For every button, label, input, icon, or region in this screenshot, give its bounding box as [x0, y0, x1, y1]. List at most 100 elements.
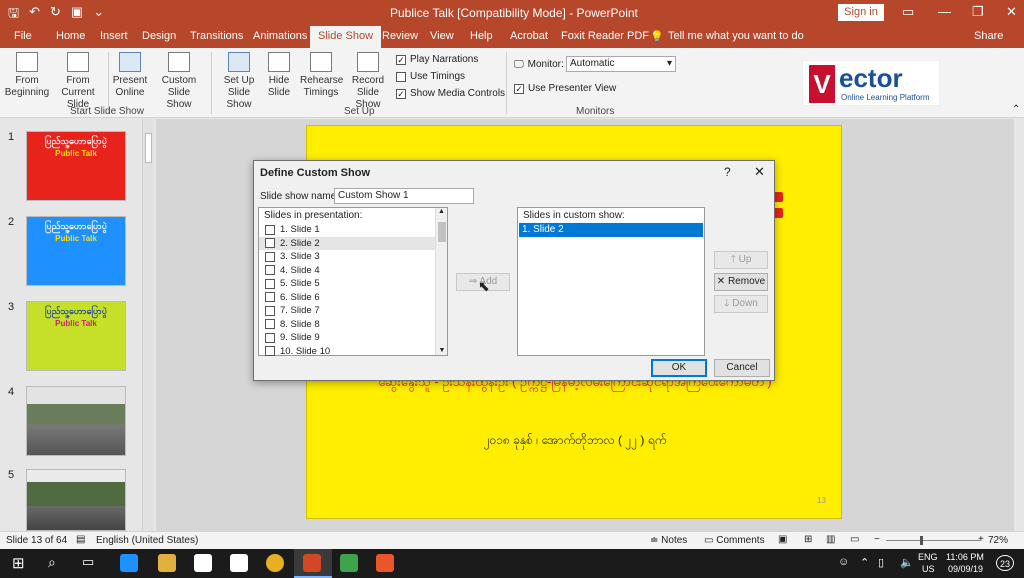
ribbon-display-icon[interactable]: ▭	[902, 4, 914, 20]
tab-insert[interactable]: Insert	[100, 30, 128, 42]
file-explorer-icon[interactable]	[158, 554, 176, 572]
tab-view[interactable]: View	[430, 30, 454, 42]
list-item[interactable]: 7. Slide 7	[259, 304, 447, 318]
people-icon[interactable]: ☺	[838, 556, 849, 568]
scroll-down-icon[interactable]: ▼	[436, 347, 448, 354]
windows-start-icon[interactable]: ⊞	[12, 554, 25, 572]
sign-in-button[interactable]: Sign in	[838, 4, 884, 21]
list-item[interactable]: 2. Slide 2	[259, 236, 447, 250]
use-timings-checkbox[interactable]: Use Timings	[396, 71, 465, 82]
tell-me-box[interactable]: Tell me what you want to do	[668, 30, 804, 42]
cancel-button[interactable]: Cancel	[714, 359, 770, 377]
search-icon[interactable]: ⌕	[48, 554, 56, 571]
tab-animations[interactable]: Animations	[253, 30, 307, 42]
list-item[interactable]: 10. Slide 10	[259, 345, 447, 359]
slide-sorter-icon[interactable]: ⊞	[804, 534, 812, 545]
remove-button[interactable]: ✕ Remove	[714, 273, 768, 291]
from-beginning-button[interactable]: From Beginning	[4, 52, 50, 99]
list-item[interactable]: 8. Slide 8	[259, 318, 447, 332]
slide-thumbnail-5[interactable]	[26, 469, 126, 531]
camtasia-icon[interactable]	[340, 554, 358, 572]
slide-thumbnail-4[interactable]	[26, 386, 126, 456]
setup-slide-show-button[interactable]: Set Up Slide Show	[214, 52, 264, 111]
list-item[interactable]: 6. Slide 6	[259, 291, 447, 305]
slide-scrollbar[interactable]	[1014, 119, 1024, 531]
comments-button[interactable]: ▭ Comments	[704, 535, 765, 546]
zoom-slider[interactable]	[886, 540, 980, 541]
input-language[interactable]: ENG	[918, 552, 938, 562]
slide-show-name-input[interactable]: Custom Show 1	[334, 188, 474, 204]
zoom-level[interactable]: 72%	[988, 535, 1008, 546]
tab-slide-show[interactable]: Slide Show	[310, 26, 382, 48]
list-item[interactable]: 9. Slide 9	[259, 331, 447, 345]
down-button[interactable]: 🡓 Down	[714, 295, 768, 313]
clock-time[interactable]: 11:06 PM	[946, 552, 984, 562]
rehearse-timings-button[interactable]: Rehearse Timings	[300, 52, 343, 99]
list-item[interactable]: 5. Slide 5	[259, 277, 447, 291]
language-indicator[interactable]: English (United States)	[96, 535, 198, 546]
use-presenter-view-checkbox[interactable]: ✓ Use Presenter View	[514, 83, 616, 94]
undo-icon[interactable]: ↶	[29, 4, 40, 26]
zoom-slider-handle[interactable]	[920, 536, 923, 545]
tray-arrow-icon[interactable]: ⌃	[860, 556, 869, 569]
customize-toolbar-icon[interactable]: ⌄	[93, 4, 104, 26]
slideshow-view-icon[interactable]: ▭	[850, 534, 859, 545]
slides-in-custom-show-list[interactable]: Slides in custom show: 1. Slide 2	[517, 207, 705, 356]
tab-home[interactable]: Home	[56, 30, 85, 42]
redo-icon[interactable]: ↻	[50, 4, 61, 26]
normal-view-icon[interactable]: ▣	[778, 534, 787, 545]
tab-transitions[interactable]: Transitions	[190, 30, 243, 42]
reading-view-icon[interactable]: ▥	[826, 534, 835, 545]
powerpoint-icon[interactable]	[303, 554, 321, 572]
show-media-controls-checkbox[interactable]: ✓ Show Media Controls	[396, 88, 505, 99]
share-button[interactable]: Share	[974, 30, 1003, 42]
tab-help[interactable]: Help	[470, 30, 493, 42]
up-button[interactable]: 🡑 Up	[714, 251, 768, 269]
zoom-out-icon[interactable]: −	[874, 534, 880, 545]
list-item[interactable]: 3. Slide 3	[259, 250, 447, 264]
custom-slide-show-button[interactable]: Custom Slide Show	[150, 52, 208, 111]
present-online-button[interactable]: Present Online	[110, 52, 150, 99]
spelling-icon[interactable]: ▤	[76, 534, 85, 545]
record-slide-show-button[interactable]: Record Slide Show	[342, 52, 394, 111]
dialog-close-icon[interactable]: ✕	[754, 164, 765, 180]
edge-icon[interactable]	[120, 554, 138, 572]
tab-file[interactable]: File	[14, 30, 32, 42]
slide-thumbnail-2[interactable]: ပြည်သူ့ဟောပြောပွဲ Public Talk	[26, 216, 126, 286]
list-item[interactable]: 4. Slide 4	[259, 264, 447, 278]
hide-slide-button[interactable]: Hide Slide	[264, 52, 294, 99]
list-scrollbar[interactable]: ▲ ▼	[435, 208, 447, 355]
notification-badge[interactable]: 23	[996, 555, 1014, 571]
from-current-slide-button[interactable]: From Current Slide	[52, 52, 104, 111]
tab-design[interactable]: Design	[142, 30, 176, 42]
ok-button[interactable]: OK	[651, 359, 707, 377]
start-from-beginning-icon[interactable]: ▣	[71, 4, 83, 26]
store-icon[interactable]	[194, 554, 212, 572]
monitor-select[interactable]: Automatic ▾	[566, 56, 676, 72]
task-view-icon[interactable]: ▭	[82, 554, 94, 570]
notes-button[interactable]: ≐ Notes	[650, 535, 687, 546]
save-icon[interactable]: 🖫	[8, 4, 19, 26]
chrome-icon[interactable]	[266, 554, 284, 572]
slides-in-presentation-list[interactable]: Slides in presentation: 1. Slide 1 2. Sl…	[258, 207, 448, 359]
slide-thumbnail-1[interactable]: ပြည်သူ့ဟောပြောပွဲ Public Talk	[26, 131, 126, 201]
zoom-in-icon[interactable]: +	[978, 534, 984, 545]
mail-icon[interactable]	[230, 554, 248, 572]
help-icon[interactable]: ?	[724, 165, 731, 179]
play-narrations-checkbox[interactable]: ✓ Play Narrations	[396, 54, 478, 65]
slide-thumbnail-3[interactable]: ပြည်သူ့ဟောပြောပွဲ Public Talk	[26, 301, 126, 371]
tab-acrobat[interactable]: Acrobat	[510, 30, 548, 42]
list-item[interactable]: 1. Slide 2	[519, 223, 703, 237]
scroll-up-icon[interactable]: ▲	[436, 208, 447, 215]
recorder-icon[interactable]	[376, 554, 394, 572]
tab-review[interactable]: Review	[382, 30, 418, 42]
list-item[interactable]: 1. Slide 1	[259, 223, 447, 237]
volume-icon[interactable]: 🔈	[900, 556, 914, 569]
minimize-icon[interactable]: —	[938, 4, 951, 19]
restore-icon[interactable]: ❐	[972, 4, 984, 20]
collapse-ribbon-icon[interactable]: ⌃	[1012, 104, 1020, 115]
network-icon[interactable]: ▯	[878, 556, 884, 569]
tab-foxit[interactable]: Foxit Reader PDF	[561, 30, 649, 42]
close-icon[interactable]: ✕	[1006, 4, 1017, 20]
thumbnail-scrollbar[interactable]	[142, 119, 154, 531]
